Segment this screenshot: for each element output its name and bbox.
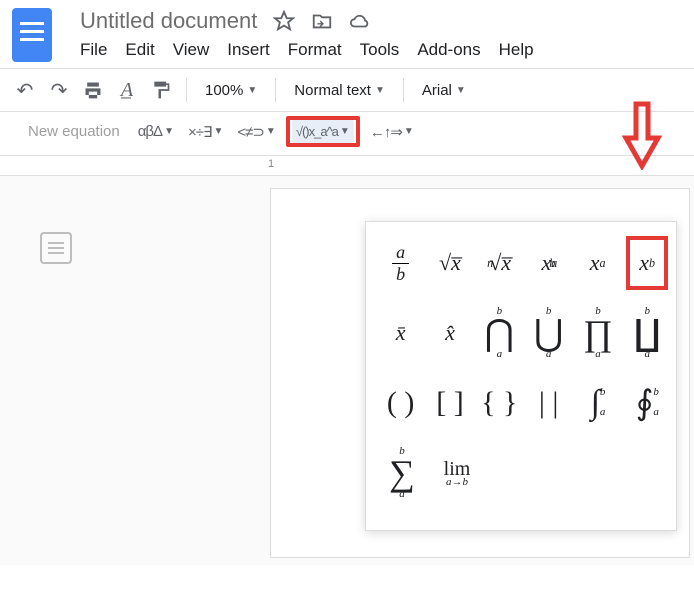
redo-button[interactable]: ↷ [44,75,74,105]
spellcheck-button[interactable]: A̲ [112,75,142,105]
chevron-down-icon: ▼ [247,85,257,96]
chevron-down-icon: ▼ [456,85,466,96]
eq-parentheses[interactable]: ( ) [380,376,421,430]
eq-sub-sup[interactable]: xab [528,236,569,290]
main-toolbar: ↶ ↷ A̲ 100% ▼ Normal text ▼ Arial ▼ [0,69,694,111]
annotation-arrow [622,100,662,170]
eq-subscript[interactable]: xa [577,236,618,290]
menu-addons[interactable]: Add-ons [417,40,480,60]
menu-tools[interactable]: Tools [360,40,400,60]
eq-limit[interactable]: lima→b [432,446,482,500]
menu-file[interactable]: File [80,40,107,60]
menu-help[interactable]: Help [499,40,534,60]
chevron-down-icon: ▼ [164,126,174,137]
eq-group-arrows[interactable]: ←↑⇒ ▼ [366,119,418,145]
eq-contour-integral[interactable]: ∮ba [627,376,668,430]
eq-group-greek[interactable]: αβΔ ▼ [134,119,178,144]
undo-button[interactable]: ↶ [10,75,40,105]
equation-toolbar: New equation αβΔ ▼ ×÷∃ ▼ <≠⊃ ▼ √()x_a^a … [0,112,694,155]
eq-product[interactable]: b∏a [577,306,618,360]
style-dropdown[interactable]: Normal text ▼ [286,75,393,105]
menu-view[interactable]: View [173,40,210,60]
chevron-down-icon: ▼ [340,126,350,137]
eq-integral[interactable]: ∫ba [577,376,618,430]
eq-bigcap[interactable]: b⋂a [479,306,520,360]
chevron-down-icon: ▼ [266,126,276,137]
docs-logo[interactable] [12,8,52,62]
eq-vertical-bars[interactable]: | | [528,376,569,430]
eq-group-math[interactable]: √()x_a^a ▼ [292,120,354,143]
doc-title[interactable]: Untitled document [80,8,257,34]
eq-nth-root[interactable]: n√x̅ [479,236,520,290]
chevron-down-icon: ▼ [213,126,223,137]
eq-xhat[interactable]: x̂ [429,306,470,360]
menu-insert[interactable]: Insert [227,40,270,60]
eq-braces[interactable]: { } [479,376,520,430]
eq-sqrt[interactable]: √x̅ [429,236,470,290]
chevron-down-icon: ▼ [404,126,414,137]
eq-xbar[interactable]: x̄ [380,306,421,360]
menu-edit[interactable]: Edit [125,40,154,60]
eq-group-operators[interactable]: ×÷∃ ▼ [184,119,227,145]
eq-superscript[interactable]: xb [626,236,668,290]
print-button[interactable] [78,75,108,105]
eq-sum[interactable]: b∑a [380,446,424,500]
outline-toggle-button[interactable] [40,232,72,264]
chevron-down-icon: ▼ [375,85,385,96]
annotation-highlight-math-group: √()x_a^a ▼ [286,116,360,147]
menu-format[interactable]: Format [288,40,342,60]
eq-coproduct[interactable]: b∐a [627,306,668,360]
star-icon[interactable] [273,10,295,32]
math-operations-panel: ab √x̅ n√x̅ xab xa xb x̄ x̂ b⋂a b⋃a b∏a … [365,221,677,531]
zoom-dropdown[interactable]: 100% ▼ [197,75,265,105]
move-icon[interactable] [311,10,333,32]
eq-brackets[interactable]: [ ] [429,376,470,430]
new-equation-button[interactable]: New equation [28,123,120,140]
menubar: File Edit View Insert Format Tools Add-o… [80,40,682,68]
eq-fraction[interactable]: ab [380,236,421,290]
cloud-icon[interactable] [349,10,371,32]
ruler[interactable]: 1 [0,156,694,176]
eq-group-relations[interactable]: <≠⊃ ▼ [233,119,279,145]
eq-bigcup[interactable]: b⋃a [528,306,569,360]
paint-format-button[interactable] [146,75,176,105]
font-dropdown[interactable]: Arial ▼ [414,75,474,105]
